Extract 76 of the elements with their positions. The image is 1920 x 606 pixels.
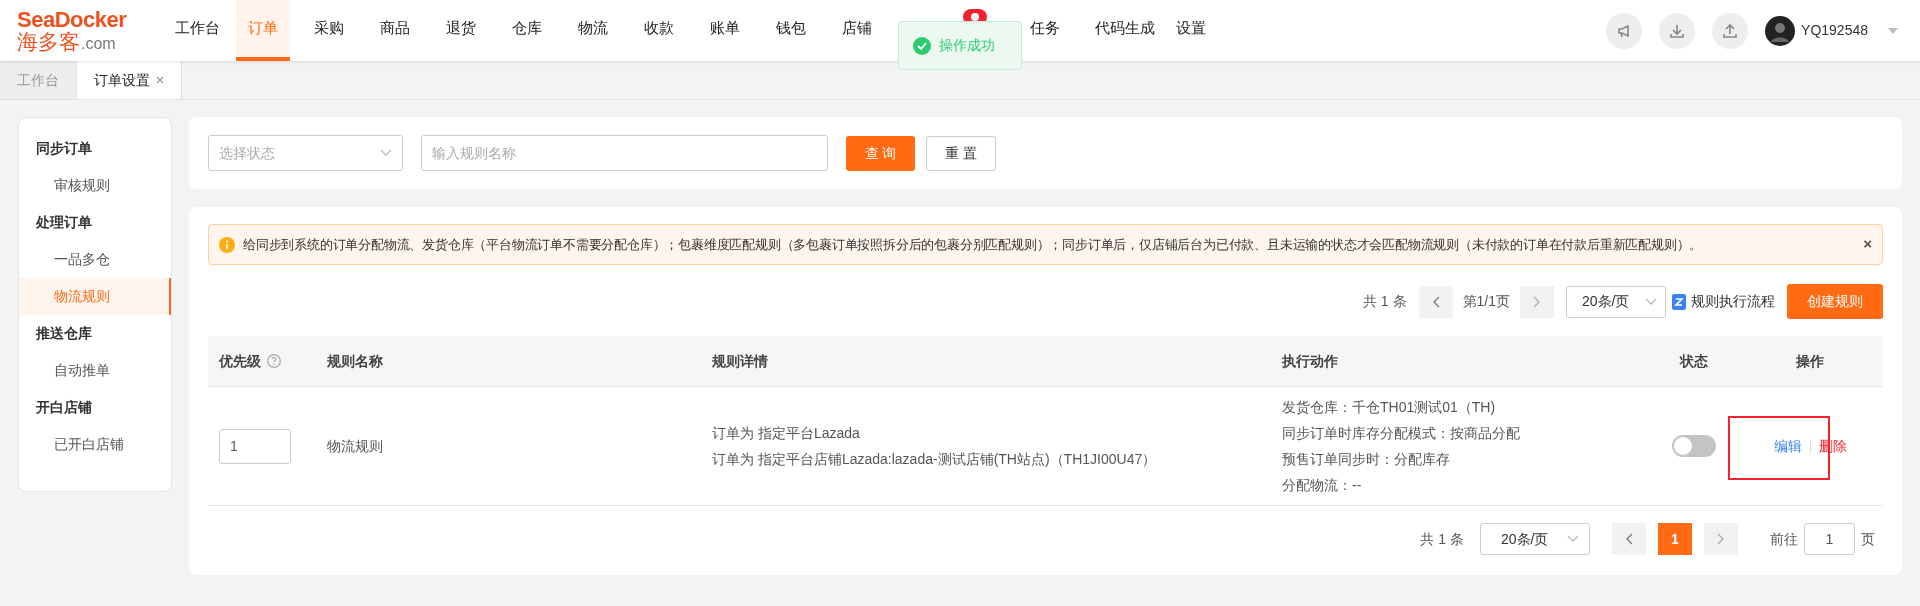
column-header: 操作 [1796,351,1824,371]
logo-chinese: 海多客 [17,31,80,52]
page-indicator: 第1/1页 [1462,292,1510,311]
sidebar-group-title: 推送仓库 [36,324,92,343]
close-button[interactable]: × [1863,233,1872,256]
total-count: 共 1 条 [1362,292,1407,311]
column-header: 规则名称 [327,351,383,371]
page-size-select[interactable]: 20条/页 [1566,285,1666,318]
nav-item[interactable]: 仓库 [500,0,554,61]
nav-item[interactable]: 商品 [368,0,422,61]
rule-detail: 订单为 指定平台Lazada [712,423,861,443]
logo-domain: .com [81,36,116,52]
chevron-right-icon [1533,295,1541,308]
column-header: 执行动作 [1282,351,1338,371]
nav-item[interactable]: 工作台 [170,0,224,61]
nav-item[interactable]: 钱包 [764,0,818,61]
priority-input[interactable]: 1 [219,428,291,464]
edit-link[interactable]: 编辑 [1773,435,1802,457]
nav-item[interactable]: 店铺 [830,0,884,61]
notice-text: 给同步到系统的订单分配物流、发货仓库（平台物流订单不需要分配仓库）；包裹维度匹配规则（多包裹订单按照拆分后的包裹分别匹配规则）；同步订单后，仅店铺后台为已付款、且未运输的状态才会匹配物流规则（未付款的订单在付款后重新匹配规则）。 [243,235,1703,254]
chevron-down-icon [1567,535,1579,543]
chevron-down-icon [380,149,392,157]
nav-item[interactable]: 物流 [566,0,620,61]
sidebar-item[interactable]: 自动推单 [19,352,171,389]
sidebar-group-title: 开白店铺 [36,398,92,417]
action-detail: 预售订单同步时：分配库存 [1282,449,1451,469]
column-header: 状态 [1679,351,1708,371]
info-icon [219,236,235,253]
nav-item[interactable]: 采购 [302,0,356,61]
sidebar-item[interactable]: 一品多仓 [19,241,171,278]
page-tab[interactable]: 订单设置 [77,61,182,99]
nav-item[interactable]: 账单 [698,0,752,61]
next-page-button[interactable] [1520,285,1554,318]
rule-name: 物流规则 [327,437,383,454]
column-header: 规则详情 [712,351,768,371]
action-detail: 分配物流：-- [1282,475,1363,495]
status-toggle[interactable] [1671,435,1716,457]
previous-page-button[interactable] [1612,523,1646,555]
goto-suffix: 页 [1861,529,1875,549]
chevron-left-icon [1625,533,1633,545]
download-icon[interactable] [1659,12,1696,49]
goto-label: 前往 [1770,529,1798,549]
nav-item[interactable]: 代码生成 [1095,0,1155,61]
rule-detail: 订单为 指定平台店铺Lazada:lazada-测试店铺(TH站点)（TH1JI00U47） [712,449,1158,469]
avatar[interactable] [1765,15,1796,46]
close-icon[interactable] [156,76,164,84]
flow-link[interactable]: 规则执行流程 [1691,291,1775,312]
document-icon [1672,293,1686,310]
help-icon [267,354,281,368]
page-size-select[interactable]: 20条/页 [1480,523,1590,555]
action-detail: 发货仓库：千仓TH01测试01（TH) [1282,397,1497,417]
chevron-down-icon [1645,297,1657,306]
reset-button[interactable]: 重 置 [926,135,996,171]
sidebar-item[interactable]: 已开白店铺 [19,426,171,463]
upload-icon[interactable] [1712,12,1749,49]
column-header: 优先级 [219,351,261,371]
caret-icon [1888,27,1898,34]
sidebar-group-title: 处理订单 [36,213,92,232]
nav-item[interactable]: 任务 [1030,0,1060,61]
chevron-left-icon [1431,295,1440,308]
action-detail: 同步订单时库存分配模式：按商品分配 [1282,423,1521,443]
megaphone-icon[interactable] [1606,12,1643,49]
nav-item[interactable]: 退货 [434,0,488,61]
nav-item[interactable]: 收款 [632,0,686,61]
chevron-right-icon [1717,533,1725,545]
logo-brand: SeaDocker [17,9,128,31]
check-circle-icon [913,36,931,55]
toast-message: 操作成功 [939,36,995,55]
sidebar-group-title: 同步订单 [36,139,92,158]
sidebar-item[interactable]: 审核规则 [19,167,171,204]
total-count: 共 1 条 [1420,529,1464,549]
user-name[interactable]: YQ192548 [1801,20,1868,41]
rule-name-input[interactable]: 输入规则名称 [421,135,828,171]
goto-page-input[interactable]: 1 [1804,523,1855,555]
previous-page-button[interactable] [1418,285,1453,318]
nav-item[interactable]: 设置 [1164,0,1218,61]
